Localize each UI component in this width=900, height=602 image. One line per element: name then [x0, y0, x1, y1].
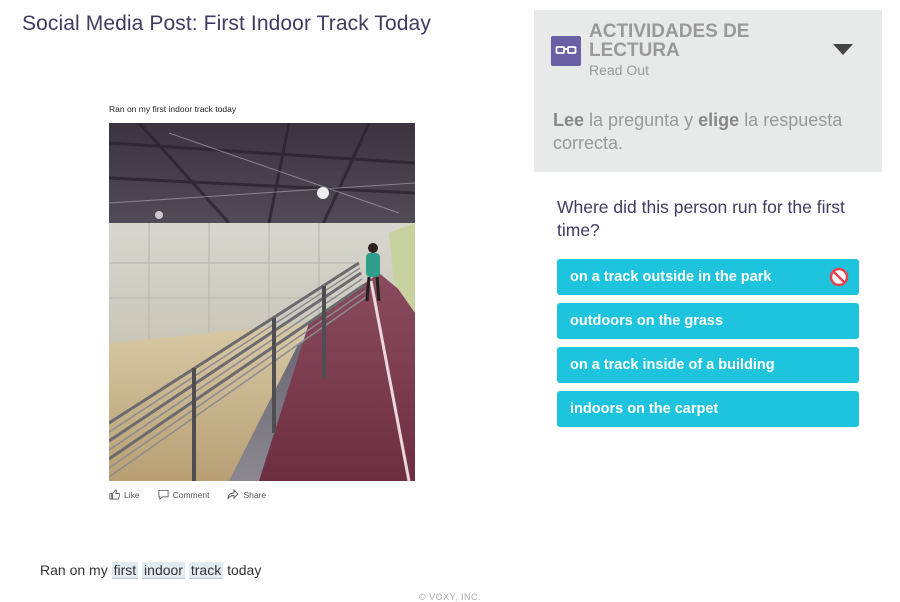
activity-title: ACTIVIDADES DE LECTURA	[589, 21, 750, 61]
instruction-bold-elige: elige	[698, 110, 740, 130]
answer-option-1[interactable]: on a track outside in the park	[557, 259, 859, 295]
post-actions-bar: Like Comment Share	[109, 489, 266, 500]
answer-option-3[interactable]: on a track inside of a building	[557, 347, 859, 383]
activity-instructions: Lee la pregunta y elige la respuesta cor…	[553, 109, 873, 155]
question-text: Where did this person run for the first …	[557, 197, 845, 240]
page-title: Social Media Post: First Indoor Track To…	[22, 12, 431, 35]
share-icon	[227, 489, 240, 500]
word-track[interactable]: track	[188, 562, 224, 579]
audio-sentence: Ran on my first indoor track today	[40, 562, 262, 579]
activity-subtitle: Read Out	[589, 62, 649, 78]
activity-panel: ACTIVIDADES DE LECTURA Read Out Lee la p…	[534, 10, 882, 172]
share-label: Share	[243, 489, 267, 500]
instruction-bold-lee: Lee	[553, 110, 585, 130]
thumbs-up-icon	[109, 489, 120, 500]
answer-option-4[interactable]: indoors on the carpet	[557, 391, 859, 427]
copyright-footer: © VOXY, INC.	[419, 592, 481, 602]
sentence-text: today	[227, 562, 262, 578]
like-label: Like	[124, 489, 140, 500]
chevron-down-icon[interactable]	[833, 44, 853, 55]
comment-button[interactable]: Comment	[158, 489, 210, 500]
post-photo	[109, 123, 415, 481]
share-button[interactable]: Share	[227, 489, 266, 500]
indoor-track-photo	[109, 123, 415, 481]
instruction-text: la pregunta y	[589, 110, 694, 130]
like-button[interactable]: Like	[109, 489, 140, 500]
answer-label: on a track inside of a building	[570, 357, 775, 373]
sentence-text: Ran on my	[40, 562, 108, 578]
answer-label: on a track outside in the park	[570, 269, 772, 285]
answer-label: indoors on the carpet	[570, 401, 719, 417]
comment-label: Comment	[172, 489, 210, 500]
answer-option-2[interactable]: outdoors on the grass	[557, 303, 859, 339]
incorrect-icon	[829, 267, 849, 287]
word-first[interactable]: first	[111, 562, 139, 579]
comment-icon	[158, 489, 169, 500]
social-post-card: Ran on my first indoor track today Like …	[92, 88, 430, 516]
reading-glasses-icon	[551, 36, 581, 66]
answer-label: outdoors on the grass	[570, 313, 724, 329]
post-caption: Ran on my first indoor track today	[109, 104, 237, 114]
word-indoor[interactable]: indoor	[142, 562, 185, 579]
